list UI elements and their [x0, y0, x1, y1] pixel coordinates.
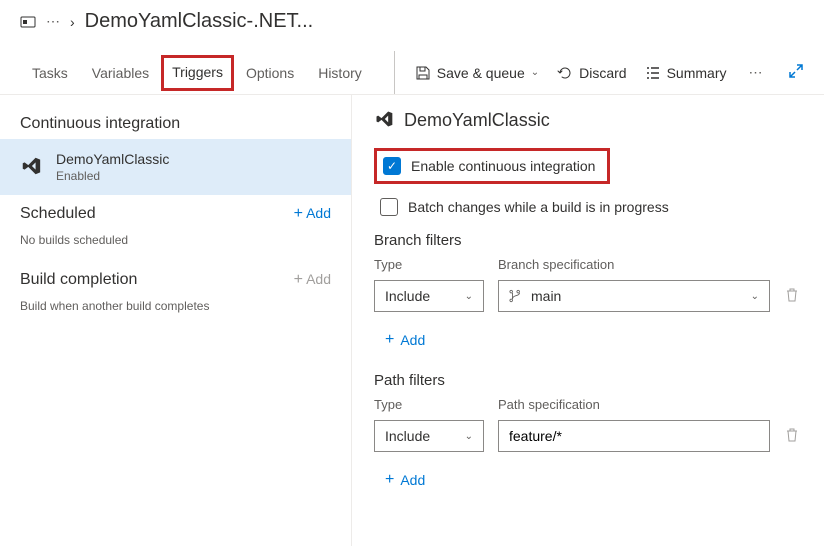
- build-completion-title: Build completion: [20, 271, 137, 289]
- chevron-down-icon: ⌄: [465, 291, 473, 302]
- chevron-down-icon: ⌄: [751, 291, 759, 302]
- batch-changes-checkbox[interactable]: [380, 198, 398, 216]
- tabs-row: Tasks Variables Triggers Options History…: [0, 51, 824, 95]
- path-filters-section: Path filters Type Path specification Inc…: [374, 372, 802, 496]
- save-queue-label: Save & queue: [437, 65, 525, 81]
- path-type-dropdown[interactable]: Include ⌄: [374, 420, 484, 452]
- enable-ci-checkbox[interactable]: [383, 157, 401, 175]
- path-spec-label: Path specification: [498, 397, 770, 412]
- ci-section-title: Continuous integration: [0, 105, 351, 139]
- tab-history[interactable]: History: [306, 55, 374, 91]
- path-filters-title: Path filters: [374, 372, 802, 389]
- more-actions[interactable]: ⋯: [749, 64, 765, 81]
- chevron-down-icon: ⌄: [465, 431, 473, 442]
- branch-type-label: Type: [374, 257, 484, 272]
- build-completion-add-button[interactable]: + Add: [294, 271, 331, 289]
- delete-path-filter-button[interactable]: [784, 427, 802, 446]
- ci-item-status: Enabled: [56, 169, 169, 183]
- list-icon: [645, 65, 661, 81]
- add-path-filter-button[interactable]: +Add: [374, 464, 436, 496]
- breadcrumb-separator: ›: [70, 14, 75, 30]
- scheduled-empty: No builds scheduled: [0, 229, 351, 261]
- save-icon: [415, 65, 431, 81]
- tab-options[interactable]: Options: [234, 55, 306, 91]
- branch-spec-dropdown[interactable]: main ⌄: [498, 280, 770, 312]
- enable-ci-label: Enable continuous integration: [411, 158, 595, 174]
- toolbar: Save & queue ⌄ Discard Summary ⋯: [394, 51, 765, 94]
- main: Continuous integration DemoYamlClassic E…: [0, 95, 824, 546]
- content: DemoYamlClassic Enable continuous integr…: [352, 95, 824, 546]
- breadcrumb: ⋯ › DemoYamlClassic-.NET...: [0, 0, 824, 33]
- ci-item-name: DemoYamlClassic: [56, 151, 169, 167]
- path-type-label: Type: [374, 397, 484, 412]
- scheduled-add-button[interactable]: + Add: [294, 205, 331, 223]
- content-title: DemoYamlClassic: [404, 110, 550, 131]
- scheduled-section: Scheduled + Add: [0, 195, 351, 229]
- summary-label: Summary: [667, 65, 727, 81]
- page-title: DemoYamlClassic-.NET...: [85, 10, 314, 33]
- summary-button[interactable]: Summary: [645, 65, 727, 81]
- undo-icon: [557, 65, 573, 81]
- batch-changes-row: Batch changes while a build is in progre…: [380, 198, 802, 216]
- breadcrumb-ellipsis[interactable]: ⋯: [46, 13, 60, 30]
- scheduled-title: Scheduled: [20, 205, 96, 223]
- project-icon[interactable]: [20, 14, 36, 30]
- build-completion-empty: Build when another build completes: [0, 295, 351, 327]
- content-header: DemoYamlClassic: [374, 109, 802, 132]
- tab-triggers[interactable]: Triggers: [172, 64, 223, 80]
- discard-label: Discard: [579, 65, 626, 81]
- branch-filters-section: Branch filters Type Branch specification…: [374, 232, 802, 356]
- branch-icon: [509, 289, 523, 303]
- branch-spec-label: Branch specification: [498, 257, 770, 272]
- vs-icon: [20, 155, 42, 180]
- save-queue-button[interactable]: Save & queue ⌄: [415, 65, 539, 81]
- expand-icon[interactable]: [788, 63, 804, 82]
- chevron-down-icon: ⌄: [531, 67, 539, 78]
- sidebar: Continuous integration DemoYamlClassic E…: [0, 95, 352, 546]
- sidebar-item-ci[interactable]: DemoYamlClassic Enabled: [0, 139, 351, 195]
- build-completion-section: Build completion + Add: [0, 261, 351, 295]
- branch-type-dropdown[interactable]: Include ⌄: [374, 280, 484, 312]
- branch-filters-title: Branch filters: [374, 232, 802, 249]
- vs-icon: [374, 109, 394, 132]
- enable-ci-row: Enable continuous integration: [374, 148, 610, 184]
- discard-button[interactable]: Discard: [557, 65, 626, 81]
- path-spec-input[interactable]: [498, 420, 770, 452]
- batch-changes-label: Batch changes while a build is in progre…: [408, 199, 669, 215]
- tab-tasks[interactable]: Tasks: [20, 55, 80, 91]
- tab-variables[interactable]: Variables: [80, 55, 161, 91]
- delete-branch-filter-button[interactable]: [784, 287, 802, 306]
- add-branch-filter-button[interactable]: +Add: [374, 324, 436, 356]
- tabs: Tasks Variables Triggers Options History: [20, 55, 374, 91]
